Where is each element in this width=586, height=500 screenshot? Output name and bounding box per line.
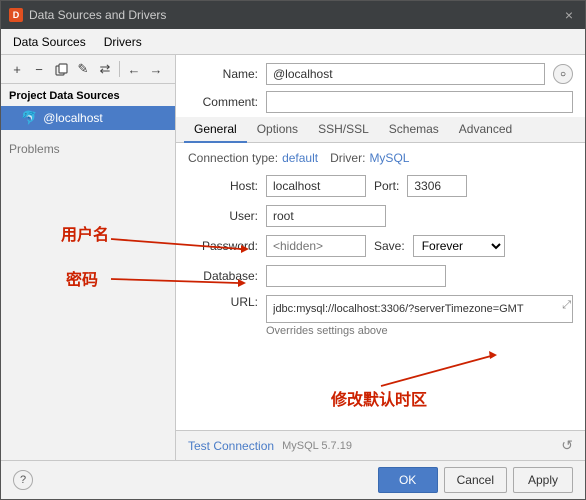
conn-type-value[interactable]: default	[282, 151, 318, 165]
cancel-button[interactable]: Cancel	[444, 467, 507, 493]
name-field-label: Name:	[188, 67, 258, 81]
tabs-bar: General Options SSH/SSL Schemas Advanced	[176, 117, 585, 143]
conn-type-row: Connection type: default Driver: MySQL	[188, 151, 573, 165]
close-button[interactable]: ×	[561, 7, 577, 23]
tab-advanced[interactable]: Advanced	[449, 117, 522, 143]
main-content: + − ✎ ⇄ ← → Project Data Sources 🐬 @loca…	[1, 55, 585, 460]
database-label: Database:	[188, 269, 258, 283]
url-row: URL: ⤢	[188, 295, 573, 323]
remove-button[interactable]: −	[29, 59, 49, 79]
save-select[interactable]: Forever Until restart Never	[413, 235, 505, 257]
tab-ssh-ssl[interactable]: SSH/SSL	[308, 117, 379, 143]
database-row: Database:	[188, 265, 573, 287]
driver-value[interactable]: MySQL	[369, 151, 409, 165]
edit-button[interactable]: ✎	[73, 59, 93, 79]
forward-button[interactable]: →	[146, 59, 166, 79]
window-title: Data Sources and Drivers	[29, 8, 555, 22]
menu-data-sources[interactable]: Data Sources	[5, 33, 94, 51]
app-icon: D	[9, 8, 23, 22]
problems-label: Problems	[9, 142, 60, 156]
title-bar: D Data Sources and Drivers ×	[1, 1, 585, 29]
toolbar-separator	[119, 61, 120, 77]
tab-general[interactable]: General	[184, 117, 247, 143]
comment-input[interactable]	[266, 91, 573, 113]
tab-schemas[interactable]: Schemas	[379, 117, 449, 143]
url-hint: Overrides settings above	[188, 325, 573, 337]
refresh-icon[interactable]: ↺	[561, 437, 573, 454]
comment-row: Comment:	[176, 89, 585, 117]
port-input[interactable]	[407, 175, 467, 197]
save-label: Save:	[374, 239, 405, 253]
swap-button[interactable]: ⇄	[95, 59, 115, 79]
right-panel: Name: ○ Comment: General Options SSH/SSL…	[176, 55, 585, 460]
db-icon: 🐬	[21, 110, 37, 126]
password-row: Password: Save: Forever Until restart Ne…	[188, 235, 573, 257]
host-port-row: Host: Port:	[188, 175, 573, 197]
url-label: URL:	[188, 295, 258, 309]
mysql-version: MySQL 5.7.19	[282, 440, 352, 452]
problems-section: Problems	[1, 134, 175, 164]
project-data-sources-header: Project Data Sources	[1, 84, 175, 106]
comment-field-label: Comment:	[188, 95, 258, 109]
user-row: User:	[188, 205, 573, 227]
test-connection-button[interactable]: Test Connection	[188, 439, 274, 453]
tab-options[interactable]: Options	[247, 117, 308, 143]
name-row: Name: ○	[176, 55, 585, 89]
copy-button[interactable]	[51, 59, 71, 79]
ok-button[interactable]: OK	[378, 467, 438, 493]
form-area: Connection type: default Driver: MySQL H…	[176, 143, 585, 430]
dialog-footer: ? OK Cancel Apply	[1, 460, 585, 499]
user-input[interactable]	[266, 205, 386, 227]
left-panel: + − ✎ ⇄ ← → Project Data Sources 🐬 @loca…	[1, 55, 176, 460]
left-toolbar: + − ✎ ⇄ ← →	[1, 55, 175, 84]
add-button[interactable]: +	[7, 59, 27, 79]
host-input[interactable]	[266, 175, 366, 197]
conn-type-label: Connection type:	[188, 151, 278, 165]
localhost-tree-item[interactable]: 🐬 @localhost	[1, 106, 175, 130]
url-input[interactable]	[266, 295, 573, 323]
help-button[interactable]: ?	[13, 470, 33, 490]
host-label: Host:	[188, 179, 258, 193]
localhost-label: @localhost	[43, 111, 103, 125]
url-expand-icon[interactable]: ⤢	[562, 299, 571, 312]
bottom-bar: Test Connection MySQL 5.7.19 ↺	[176, 430, 585, 460]
password-input[interactable]	[266, 235, 366, 257]
name-input[interactable]	[266, 63, 545, 85]
user-label: User:	[188, 209, 258, 223]
driver-label: Driver:	[330, 151, 365, 165]
port-label: Port:	[374, 179, 399, 193]
main-window: D Data Sources and Drivers × Data Source…	[0, 0, 586, 500]
back-button[interactable]: ←	[124, 59, 144, 79]
menu-drivers[interactable]: Drivers	[96, 33, 150, 51]
password-label: Password:	[188, 239, 258, 253]
reset-button[interactable]: ○	[553, 64, 573, 84]
menu-bar: Data Sources Drivers	[1, 29, 585, 55]
apply-button[interactable]: Apply	[513, 467, 573, 493]
url-input-wrap: ⤢	[266, 295, 573, 323]
database-input[interactable]	[266, 265, 446, 287]
